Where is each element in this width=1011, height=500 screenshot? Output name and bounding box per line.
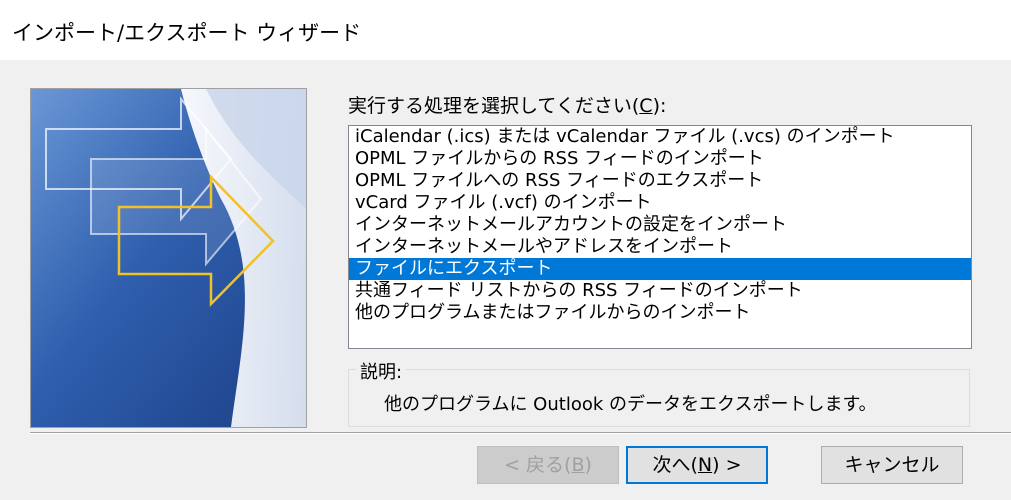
- list-item-import-other-program[interactable]: 他のプログラムまたはファイルからのインポート: [349, 302, 971, 324]
- list-item-import-common-feed-list[interactable]: 共通フィード リストからの RSS フィードのインポート: [349, 280, 971, 302]
- action-prompt-label: 実行する処理を選択してください(C):: [348, 95, 667, 117]
- wizard-illustration: [30, 88, 307, 428]
- list-item-import-vcard[interactable]: vCard ファイル (.vcf) のインポート: [349, 192, 971, 214]
- wizard-window: インポート/エクスポート ウィザード 実行する処理を選択してください(C): i…: [0, 0, 1011, 500]
- list-item-export-opml-rss[interactable]: OPML ファイルへの RSS フィードのエクスポート: [349, 170, 971, 192]
- list-item-import-opml-rss[interactable]: OPML ファイルからの RSS フィードのインポート: [349, 148, 971, 170]
- list-item-import-mail-account-settings[interactable]: インターネットメールアカウントの設定をインポート: [349, 214, 971, 236]
- list-item-import-mail-addresses[interactable]: インターネットメールやアドレスをインポート: [349, 236, 971, 258]
- divider: [30, 432, 1011, 434]
- window-title: インポート/エクスポート ウィザード: [12, 21, 362, 45]
- description-label: 説明:: [356, 358, 407, 384]
- list-item-import-icalendar[interactable]: iCalendar (.ics) または vCalendar ファイル (.vc…: [349, 126, 971, 148]
- next-button[interactable]: 次へ(N) >: [626, 446, 768, 484]
- title-bar: インポート/エクスポート ウィザード: [0, 0, 1011, 60]
- action-listbox[interactable]: iCalendar (.ics) または vCalendar ファイル (.vc…: [348, 125, 972, 349]
- back-button[interactable]: < 戻る(B): [477, 446, 619, 484]
- arrow-illustration-icon: [31, 89, 306, 427]
- description-group: 説明: 他のプログラムに Outlook のデータをエクスポートします。: [348, 358, 970, 427]
- description-text: 他のプログラムに Outlook のデータをエクスポートします。: [384, 394, 877, 415]
- cancel-button[interactable]: キャンセル: [821, 446, 963, 484]
- list-item-export-to-file[interactable]: ファイルにエクスポート: [349, 258, 971, 280]
